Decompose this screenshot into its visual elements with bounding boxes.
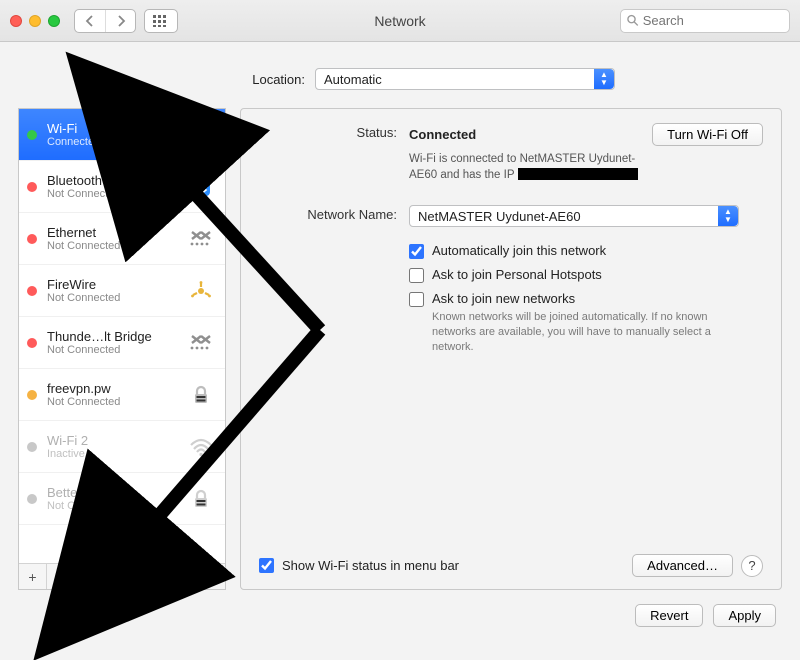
select-stepper-icon: ▲▼ bbox=[718, 206, 738, 226]
minimize-window-button[interactable] bbox=[29, 15, 41, 27]
service-status: Not Connected bbox=[47, 292, 185, 304]
service-status: Inactive bbox=[47, 448, 185, 460]
nav-back-forward bbox=[74, 9, 136, 33]
status-dot-icon bbox=[27, 442, 37, 452]
status-subtext-2: AE60 and has the IP bbox=[409, 169, 514, 181]
service-status: Not Connected bbox=[47, 240, 185, 252]
sidebar-item-firewire[interactable]: FireWire Not Connected bbox=[19, 265, 225, 317]
location-value: Automatic bbox=[324, 72, 382, 87]
auto-join-checkbox[interactable] bbox=[409, 244, 424, 259]
status-dot-icon bbox=[27, 390, 37, 400]
ask-new-networks-label[interactable]: Ask to join new networks bbox=[432, 291, 575, 306]
sidebar-item-thunde-lt-bridge[interactable]: Thunde…lt Bridge Not Connected bbox=[19, 317, 225, 369]
status-dot-icon bbox=[27, 338, 37, 348]
search-input[interactable] bbox=[643, 13, 783, 28]
add-service-button[interactable]: + bbox=[19, 564, 47, 589]
lock-dim-icon bbox=[185, 485, 217, 513]
remove-service-button[interactable]: − bbox=[47, 564, 75, 589]
service-name: Betternet VPN bbox=[47, 485, 185, 500]
turn-wifi-off-button[interactable]: Turn Wi-Fi Off bbox=[652, 123, 763, 146]
network-name-select[interactable]: NetMASTER Uydunet-AE60 ▲▼ bbox=[409, 205, 739, 227]
status-dot-icon bbox=[27, 182, 37, 192]
status-dot-icon bbox=[27, 494, 37, 504]
eth-icon bbox=[185, 329, 217, 357]
services-sidebar: Wi-Fi Connected Bluetooth PAN Not Connec… bbox=[18, 108, 226, 590]
wifi-dim-icon bbox=[185, 433, 217, 461]
eth-icon bbox=[185, 225, 217, 253]
service-status: Not Connected bbox=[47, 396, 185, 408]
lock-icon bbox=[185, 381, 217, 409]
detail-bottombar: Show Wi-Fi status in menu bar Advanced… … bbox=[259, 554, 763, 577]
show-menu-checkbox[interactable] bbox=[259, 558, 274, 573]
revert-button[interactable]: Revert bbox=[635, 604, 703, 627]
network-name-label: Network Name: bbox=[259, 205, 409, 222]
footer-buttons: Revert Apply bbox=[0, 590, 800, 627]
location-row: Location: Automatic ▲▼ bbox=[0, 42, 800, 108]
show-menu-label[interactable]: Show Wi-Fi status in menu bar bbox=[282, 558, 632, 573]
sidebar-item-freevpn-pw[interactable]: freevpn.pw Not Connected bbox=[19, 369, 225, 421]
service-name: freevpn.pw bbox=[47, 381, 185, 396]
service-status: Connected bbox=[47, 136, 185, 148]
redacted-ip bbox=[518, 168, 638, 180]
network-name-value: NetMASTER Uydunet-AE60 bbox=[418, 209, 581, 224]
services-list[interactable]: Wi-Fi Connected Bluetooth PAN Not Connec… bbox=[19, 109, 225, 563]
service-status: Not Connected bbox=[47, 500, 185, 512]
sidebar-toolbar: + − ⚙▾ bbox=[19, 563, 225, 589]
select-stepper-icon: ▲▼ bbox=[594, 69, 614, 89]
auto-join-label[interactable]: Automatically join this network bbox=[432, 243, 606, 258]
help-button[interactable]: ? bbox=[741, 555, 763, 577]
status-dot-icon bbox=[27, 130, 37, 140]
apply-button[interactable]: Apply bbox=[713, 604, 776, 627]
sidebar-item-wi-fi-2[interactable]: Wi-Fi 2 Inactive bbox=[19, 421, 225, 473]
forward-button[interactable] bbox=[105, 10, 135, 32]
fw-icon bbox=[185, 277, 217, 305]
titlebar: Network bbox=[0, 0, 800, 42]
location-select[interactable]: Automatic ▲▼ bbox=[315, 68, 615, 90]
ask-hotspot-checkbox[interactable] bbox=[409, 268, 424, 283]
service-name: Wi-Fi bbox=[47, 121, 185, 136]
close-window-button[interactable] bbox=[10, 15, 22, 27]
service-name: FireWire bbox=[47, 277, 185, 292]
service-name: Bluetooth PAN bbox=[47, 173, 185, 188]
status-value: Connected bbox=[409, 127, 476, 142]
status-dot-icon bbox=[27, 234, 37, 244]
status-label: Status: bbox=[259, 123, 409, 140]
status-dot-icon bbox=[27, 286, 37, 296]
advanced-button[interactable]: Advanced… bbox=[632, 554, 733, 577]
show-all-prefs-button[interactable] bbox=[144, 9, 178, 33]
window-traffic-lights bbox=[10, 15, 60, 27]
search-field[interactable] bbox=[620, 9, 790, 33]
ask-new-networks-hint: Known networks will be joined automatica… bbox=[432, 310, 752, 355]
sidebar-item-bluetooth-pan[interactable]: Bluetooth PAN Not Connected bbox=[19, 161, 225, 213]
back-button[interactable] bbox=[75, 10, 105, 32]
detail-panel: Status: Connected Turn Wi-Fi Off Wi-Fi i… bbox=[240, 108, 782, 590]
status-subtext-1: Wi-Fi is connected to NetMASTER Uydunet- bbox=[409, 153, 635, 165]
location-label: Location: bbox=[185, 72, 305, 87]
service-name: Wi-Fi 2 bbox=[47, 433, 185, 448]
service-actions-menu-button[interactable]: ⚙▾ bbox=[75, 564, 103, 589]
zoom-window-button[interactable] bbox=[48, 15, 60, 27]
sidebar-item-betternet-vpn[interactable]: Betternet VPN Not Connected bbox=[19, 473, 225, 525]
ask-hotspot-label[interactable]: Ask to join Personal Hotspots bbox=[432, 267, 602, 282]
bt-icon bbox=[185, 173, 217, 201]
service-status: Not Connected bbox=[47, 188, 185, 200]
sidebar-item-ethernet[interactable]: Ethernet Not Connected bbox=[19, 213, 225, 265]
ask-new-networks-checkbox[interactable] bbox=[409, 292, 424, 307]
main-area: Wi-Fi Connected Bluetooth PAN Not Connec… bbox=[0, 108, 800, 590]
sidebar-item-wi-fi[interactable]: Wi-Fi Connected bbox=[19, 109, 225, 161]
service-name: Ethernet bbox=[47, 225, 185, 240]
service-name: Thunde…lt Bridge bbox=[47, 329, 185, 344]
wifi-icon bbox=[185, 121, 217, 149]
service-status: Not Connected bbox=[47, 344, 185, 356]
